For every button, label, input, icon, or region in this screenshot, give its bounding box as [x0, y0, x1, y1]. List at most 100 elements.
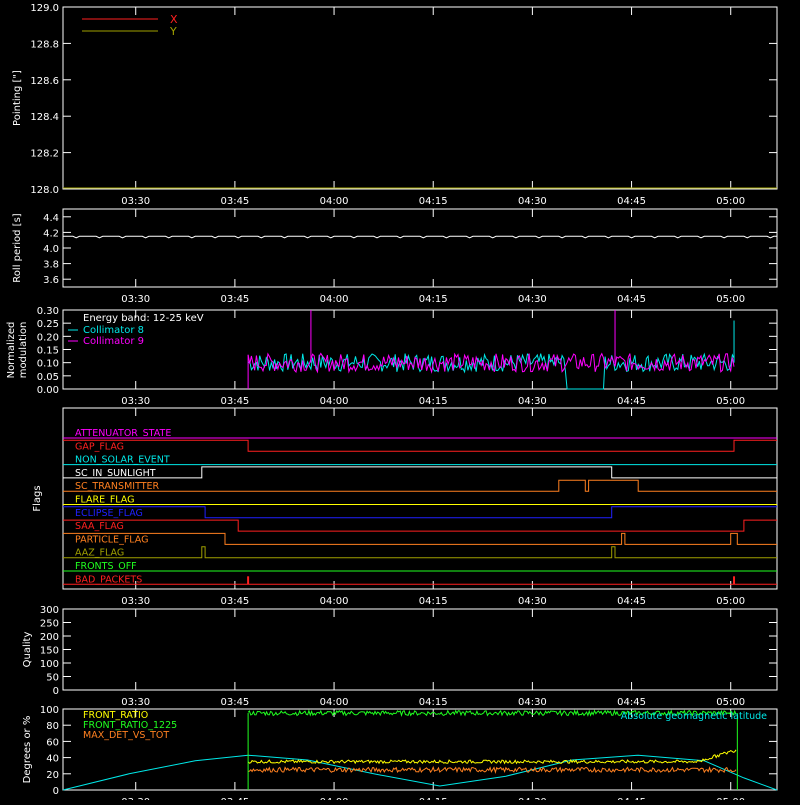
ytick-label-quality: 250	[40, 619, 59, 630]
front-series-2	[247, 765, 737, 774]
xtick-label-modulation: 04:45	[617, 396, 646, 407]
flag-line-1	[63, 439, 777, 452]
ytick-label-quality: 300	[40, 605, 59, 616]
latitude-annotation: Absolute geomagnetic latitude	[621, 711, 767, 722]
xtick-label-pointing: 04:45	[617, 196, 646, 207]
legend-label-Y: Y	[169, 25, 177, 38]
xtick-label-roll: 04:30	[518, 294, 547, 305]
xtick-label-quality: 03:45	[220, 697, 249, 708]
ytick-label-roll: 4.0	[43, 244, 59, 255]
ylabel-pointing: Pointing ["]	[12, 70, 23, 126]
xtick-label-flags: 05:00	[716, 596, 745, 607]
xtick-label-flags: 04:15	[419, 596, 448, 607]
xtick-label-flags: 04:45	[617, 596, 646, 607]
ytick-label-quality: 0	[53, 686, 59, 697]
quicklook-svg: 128.0 128.2 128.4 128.6 128.8 129.0 03:30 03:45…	[6, 3, 778, 805]
legend-label-MAX_DET_VS_TOT: MAX_DET_VS_TOT	[83, 730, 169, 741]
flag-label-4: SC_TRANSMITTER	[75, 481, 160, 492]
xtick-label-flags: 04:30	[518, 596, 547, 607]
ylabel-roll: Roll period [s]	[12, 213, 23, 282]
ytick-label-front_ratio: 100	[40, 705, 59, 716]
xtick-label-flags: 04:00	[320, 596, 349, 607]
ytick-label-roll: 4.4	[43, 213, 59, 224]
ylabel-front_ratio: Degrees or %	[22, 716, 33, 784]
front-series-0	[247, 749, 737, 765]
ylabel-modulation-1: Normalized	[6, 322, 17, 379]
modulation-annotation: Energy band: 12-25 keV	[83, 313, 204, 324]
ytick-label-front_ratio: 20	[46, 770, 59, 781]
flag-label-3: SC_IN_SUNLIGHT	[75, 468, 156, 479]
xtick-label-pointing: 04:30	[518, 196, 547, 207]
xtick-label-quality: 04:15	[419, 697, 448, 708]
xtick-label-modulation: 04:30	[518, 396, 547, 407]
ytick-label-quality: 150	[40, 646, 59, 657]
xtick-label-quality: 04:00	[320, 697, 349, 708]
rhessi-quicklook-chart: 128.0 128.2 128.4 128.6 128.8 129.0 03:30 03:45…	[0, 0, 800, 805]
flag-line-9	[63, 546, 777, 559]
legend-label-Collimator 9: Collimator 9	[83, 336, 144, 347]
flag-line-7	[63, 519, 777, 532]
xtick-label-roll: 03:30	[121, 294, 150, 305]
xtick-label-flags: 03:30	[121, 596, 150, 607]
flag-label-0: ATTENUATOR_STATE	[75, 428, 171, 439]
ytick-label-pointing: 128.2	[30, 149, 59, 160]
flag-label-9: AAZ_FLAG	[75, 548, 124, 559]
ytick-label-modulation: 0.00	[37, 385, 59, 396]
panel-frame-roll	[62, 208, 778, 288]
flag-label-8: PARTICLE_FLAG	[75, 534, 148, 545]
xtick-label-modulation: 03:45	[220, 396, 249, 407]
xtick-label-modulation: 04:00	[320, 396, 349, 407]
ylabel-flags: Flags	[32, 485, 43, 511]
flag-label-1: GAP_FLAG	[75, 441, 124, 452]
xtick-label-pointing: 03:45	[220, 196, 249, 207]
ytick-label-pointing: 129.0	[30, 3, 59, 14]
ytick-label-pointing: 128.0	[30, 185, 59, 196]
ytick-label-modulation: 0.15	[37, 346, 59, 357]
ytick-label-pointing: 128.6	[30, 76, 59, 87]
ytick-label-roll: 3.6	[43, 275, 59, 286]
flag-line-8	[63, 532, 777, 545]
ytick-label-roll: 4.2	[43, 228, 59, 239]
ylabel-modulation-2: modulation	[18, 322, 29, 379]
ytick-label-pointing: 128.8	[30, 39, 59, 50]
xtick-label-quality: 04:30	[518, 697, 547, 708]
xtick-label-pointing: 03:30	[121, 196, 150, 207]
xtick-label-flags: 03:45	[220, 596, 249, 607]
xtick-label-quality: 05:00	[716, 697, 745, 708]
flag-line-4	[63, 479, 777, 492]
xtick-label-roll: 05:00	[716, 294, 745, 305]
ytick-label-quality: 100	[40, 659, 59, 670]
ytick-label-modulation: 0.30	[37, 306, 59, 317]
flag-label-5: FLARE_FLAG	[75, 495, 135, 506]
xtick-label-pointing: 05:00	[716, 196, 745, 207]
ytick-label-quality: 200	[40, 632, 59, 643]
flag-line-6	[63, 506, 777, 519]
ytick-label-modulation: 0.20	[37, 332, 59, 343]
ytick-label-front_ratio: 40	[46, 754, 59, 765]
xtick-label-roll: 04:15	[419, 294, 448, 305]
ytick-label-modulation: 0.10	[37, 359, 59, 370]
flag-label-11: BAD_PACKETS	[75, 574, 142, 585]
xtick-label-modulation: 03:30	[121, 396, 150, 407]
modulation-series-0	[247, 352, 735, 390]
xtick-label-roll: 03:45	[220, 294, 249, 305]
ytick-label-quality: 50	[46, 673, 59, 684]
xtick-label-pointing: 04:15	[419, 196, 448, 207]
flag-label-10: FRONTS_OFF	[75, 561, 137, 572]
xtick-label-quality: 03:30	[121, 697, 150, 708]
ytick-label-front_ratio: 80	[46, 721, 59, 732]
xtick-label-modulation: 05:00	[716, 396, 745, 407]
flag-label-7: SAA_FLAG	[75, 521, 124, 532]
ytick-label-modulation: 0.25	[37, 319, 59, 330]
xtick-label-modulation: 04:15	[419, 396, 448, 407]
ytick-label-front_ratio: 60	[46, 737, 59, 748]
ytick-label-pointing: 128.4	[30, 112, 59, 123]
ylabel-quality: Quality	[22, 632, 33, 668]
xtick-label-roll: 04:45	[617, 294, 646, 305]
xtick-label-roll: 04:00	[320, 294, 349, 305]
flag-label-2: NON_SOLAR_EVENT	[75, 455, 170, 466]
panel-frame-quality	[62, 608, 778, 691]
ytick-label-roll: 3.8	[43, 260, 59, 271]
ytick-label-modulation: 0.05	[37, 372, 59, 383]
legend-label-Collimator 8: Collimator 8	[83, 325, 144, 336]
